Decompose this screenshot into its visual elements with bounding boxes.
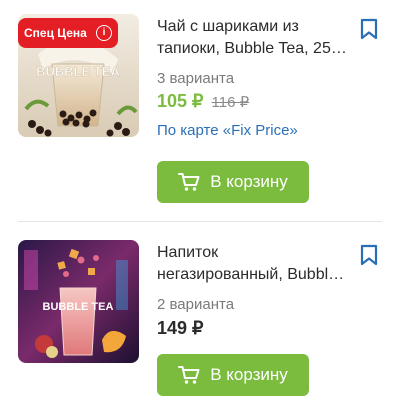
product-card[interactable]: BUBBLE TEA Спец Цена i Чай с шариками из… xyxy=(0,0,400,222)
price-row: 105 ₽ 116 ₽ xyxy=(157,91,249,112)
product-title[interactable]: Напиток негазированный, Bubbl… xyxy=(157,242,353,286)
old-price: 116 ₽ xyxy=(211,94,250,111)
variants-count[interactable]: 3 варианта xyxy=(157,70,234,87)
product-title-line: Чай с шариками из xyxy=(157,18,299,35)
badge-label: Спец Цена xyxy=(24,26,87,40)
current-price: 149 ₽ xyxy=(157,318,204,338)
product-title[interactable]: Чай с шариками из тапиоки, Bubble Tea, 2… xyxy=(157,16,353,60)
product-title-line: тапиоки, Bubble Tea, 25… xyxy=(157,40,347,57)
bookmark-icon[interactable] xyxy=(360,18,378,40)
add-to-cart-label: В корзину xyxy=(210,365,288,384)
add-to-cart-button[interactable]: В корзину xyxy=(157,354,309,396)
product-title-line: Напиток xyxy=(157,244,219,261)
product-title-line: негазированный, Bubbl… xyxy=(157,266,345,283)
cart-icon xyxy=(178,366,200,384)
add-to-cart-button[interactable]: В корзину xyxy=(157,161,309,203)
image-brand-text: BUBBLE TEA xyxy=(36,64,120,79)
current-price: 105 ₽ xyxy=(157,91,204,111)
image-brand-text: BUBBLE TEA xyxy=(43,301,114,313)
special-price-badge: Спец Цена i xyxy=(18,18,118,48)
variants-count[interactable]: 2 варианта xyxy=(157,296,234,313)
loyalty-card-link[interactable]: По карте «Fix Price» xyxy=(157,122,298,139)
price-row: 149 ₽ xyxy=(157,318,204,339)
add-to-cart-label: В корзину xyxy=(210,172,288,191)
info-icon[interactable]: i xyxy=(96,25,112,41)
product-card[interactable]: BUBBLE TEA Напиток негазированный, Bubbl… xyxy=(0,222,400,415)
product-image[interactable]: BUBBLE TEA xyxy=(18,240,139,363)
bookmark-icon[interactable] xyxy=(360,244,378,266)
cart-icon xyxy=(178,173,200,191)
